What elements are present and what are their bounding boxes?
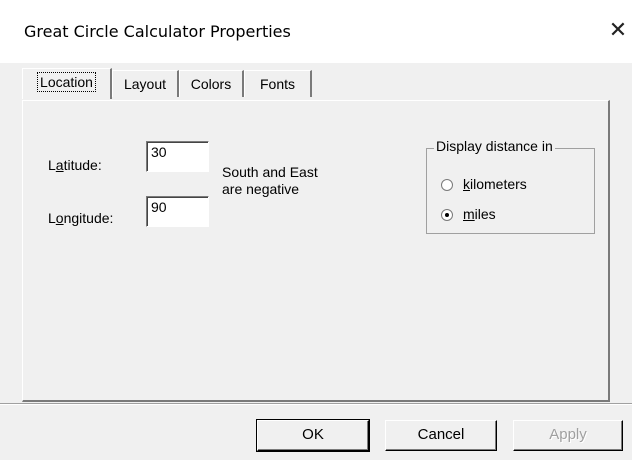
tab-fonts-label: Fonts — [259, 76, 295, 92]
title-bar: Great Circle Calculator Properties ✕ — [0, 0, 632, 63]
ok-button[interactable]: OK — [256, 419, 370, 452]
note-line-1: South and East — [222, 164, 318, 180]
apply-button[interactable]: Apply — [513, 420, 623, 451]
tab-colors-label: Colors — [190, 76, 232, 92]
tab-layout[interactable]: Layout — [112, 70, 179, 97]
longitude-input[interactable]: 90 — [146, 196, 209, 227]
kilometers-radio[interactable] — [441, 179, 453, 191]
coordinate-sign-note: South and East are negative — [222, 164, 318, 198]
tab-location-label: Location — [37, 72, 96, 92]
longitude-label: Longitude: — [48, 210, 114, 226]
latitude-label: Latitude: — [48, 157, 102, 173]
note-line-2: are negative — [222, 181, 300, 197]
kilometers-label[interactable]: kilometers — [463, 176, 527, 192]
miles-radio[interactable] — [441, 209, 453, 221]
miles-label[interactable]: miles — [463, 206, 496, 222]
tab-layout-label: Layout — [123, 76, 167, 92]
tab-fonts[interactable]: Fonts — [244, 70, 312, 97]
footer-divider-highlight — [0, 404, 632, 405]
cancel-button[interactable]: Cancel — [385, 420, 497, 451]
radio-selected-dot — [445, 213, 449, 217]
latitude-input[interactable]: 30 — [146, 141, 209, 172]
window-title: Great Circle Calculator Properties — [24, 22, 291, 41]
tab-location[interactable]: Location — [22, 68, 112, 99]
close-icon[interactable]: ✕ — [604, 16, 632, 46]
display-distance-legend: Display distance in — [434, 138, 555, 154]
tab-colors[interactable]: Colors — [179, 70, 244, 97]
